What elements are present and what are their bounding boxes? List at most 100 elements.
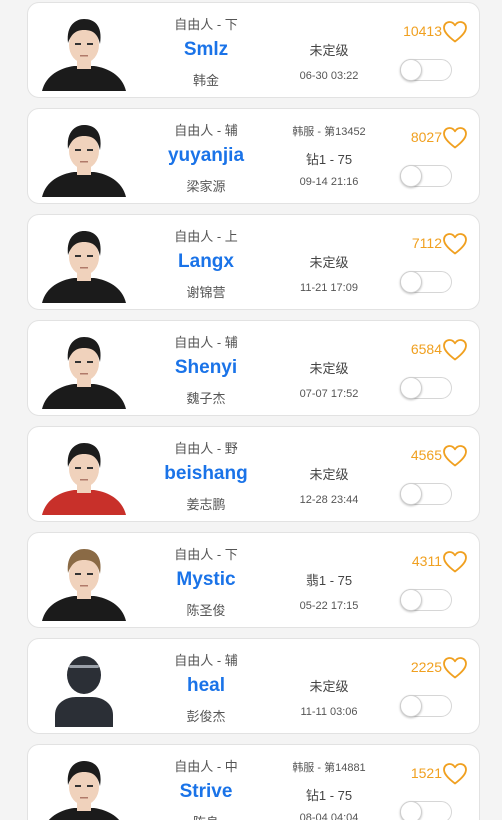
heart-icon[interactable] [442,444,468,468]
follow-toggle[interactable] [400,589,452,611]
player-card[interactable]: 自由人 - 上 Langx 谢锦营 未定级 11-21 17:09 7112 [27,214,480,310]
like-count: 2225 [410,659,442,675]
player-info: 自由人 - 中 Strive 陈阜 [146,745,266,820]
toggle-knob [400,59,422,81]
player-actions: 2225 [388,639,479,733]
player-info: 自由人 - 下 Smlz 韩金 [146,3,266,97]
player-name[interactable]: heal [146,675,266,697]
server-rank: 韩服 - 第13452 [292,126,366,138]
player-position: 自由人 - 中 [174,759,238,774]
follow-toggle[interactable] [400,801,452,820]
player-actions: 4565 [388,427,479,521]
player-name[interactable]: yuyanjia [146,145,266,167]
player-real-name: 谢锦营 [186,285,226,300]
player-avatar [42,225,126,303]
player-info: 自由人 - 辅 yuyanjia 梁家源 [146,109,266,203]
player-avatar [42,543,126,621]
follow-toggle[interactable] [400,271,452,293]
toggle-knob [400,801,422,820]
player-position: 自由人 - 下 [174,17,238,32]
follow-toggle[interactable] [400,377,452,399]
player-card[interactable]: 自由人 - 辅 yuyanjia 梁家源 韩服 - 第13452 钻1 - 75 09-1… [27,108,480,204]
player-card[interactable]: 自由人 - 中 Strive 陈阜 韩服 - 第14881 钻1 - 75 08-04 0… [27,744,480,820]
last-update-time: 06-30 03:22 [299,70,359,82]
player-card[interactable]: 自由人 - 下 Smlz 韩金 未定级 06-30 03:22 10413 [27,2,480,98]
follow-toggle[interactable] [400,59,452,81]
player-info: 自由人 - 上 Langx 谢锦营 [146,215,266,309]
player-rank: 韩服 - 第13452 钻1 - 75 09-14 21:16 [274,109,384,203]
heart-icon[interactable] [442,126,468,150]
like-count: 8027 [410,129,442,145]
heart-icon[interactable] [442,762,468,786]
heart-icon[interactable] [442,338,468,362]
last-update-time: 12-28 23:44 [299,494,359,506]
last-update-time: 11-21 17:09 [300,282,358,294]
player-real-name: 梁家源 [186,179,226,194]
player-actions: 6584 [388,321,479,415]
player-real-name: 陈圣俊 [186,603,226,618]
toggle-knob [400,695,422,717]
player-position: 自由人 - 上 [174,229,238,244]
player-card[interactable]: 自由人 - 野 beishang 姜志鹏 未定级 12-28 23:44 4565 [27,426,480,522]
heart-icon[interactable] [442,20,468,44]
player-card[interactable]: 自由人 - 辅 heal 彭俊杰 未定级 11-11 03:06 2225 [27,638,480,734]
player-name[interactable]: Shenyi [146,357,266,379]
player-name[interactable]: beishang [146,463,266,485]
player-avatar [42,755,126,820]
player-rank: 未定级 12-28 23:44 [274,427,384,521]
toggle-knob [400,165,422,187]
heart-icon[interactable] [442,232,468,256]
player-info: 自由人 - 辅 Shenyi 魏子杰 [146,321,266,415]
player-actions: 4311 [388,533,479,627]
player-rank: 未定级 06-30 03:22 [274,3,384,97]
tier-label: 未定级 [309,679,349,694]
follow-toggle[interactable] [400,483,452,505]
player-avatar [42,119,126,197]
player-rank: 翡1 - 75 05-22 17:15 [274,533,384,627]
player-actions: 8027 [388,109,479,203]
player-actions: 10413 [388,3,479,97]
last-update-time: 05-22 17:15 [299,600,359,612]
follow-toggle[interactable] [400,695,452,717]
player-rank: 韩服 - 第14881 钻1 - 75 08-04 04:04 [274,745,384,820]
like-count: 6584 [410,341,442,357]
tier-label: 翡1 - 75 [305,573,353,588]
like-count: 7112 [411,235,442,251]
toggle-knob [400,589,422,611]
player-actions: 7112 [388,215,479,309]
player-card[interactable]: 自由人 - 下 Mystic 陈圣俊 翡1 - 75 05-22 17:15 4311 [27,532,480,628]
player-info: 自由人 - 辅 heal 彭俊杰 [146,639,266,733]
player-actions: 1521 [388,745,479,820]
like-count: 4311 [411,553,442,569]
player-name[interactable]: Langx [146,251,266,273]
tier-label: 钻1 - 75 [305,788,353,803]
last-update-time: 07-07 17:52 [299,388,359,400]
tier-label: 未定级 [309,467,349,482]
player-card[interactable]: 自由人 - 辅 Shenyi 魏子杰 未定级 07-07 17:52 6584 [27,320,480,416]
tier-label: 未定级 [309,361,349,376]
follow-toggle[interactable] [400,165,452,187]
server-rank: 韩服 - 第14881 [292,762,366,774]
last-update-time: 11-11 03:06 [300,706,358,718]
player-real-name: 彭俊杰 [186,709,226,724]
like-count: 10413 [403,23,442,39]
player-real-name: 魏子杰 [186,391,226,406]
heart-icon[interactable] [442,656,468,680]
player-real-name: 韩金 [192,73,219,88]
player-name[interactable]: Mystic [146,569,266,591]
player-real-name: 姜志鹏 [186,497,226,512]
player-position: 自由人 - 下 [174,547,238,562]
player-avatar [42,649,126,727]
like-count: 4565 [410,447,442,463]
player-position: 自由人 - 辅 [174,123,238,138]
heart-icon[interactable] [442,550,468,574]
player-rank: 未定级 11-21 17:09 [274,215,384,309]
player-name[interactable]: Smlz [146,39,266,61]
toggle-knob [400,271,422,293]
tier-label: 钻1 - 75 [305,152,353,167]
player-avatar [42,13,126,91]
player-info: 自由人 - 下 Mystic 陈圣俊 [146,533,266,627]
toggle-knob [400,483,422,505]
player-name[interactable]: Strive [146,781,266,803]
player-avatar [42,331,126,409]
